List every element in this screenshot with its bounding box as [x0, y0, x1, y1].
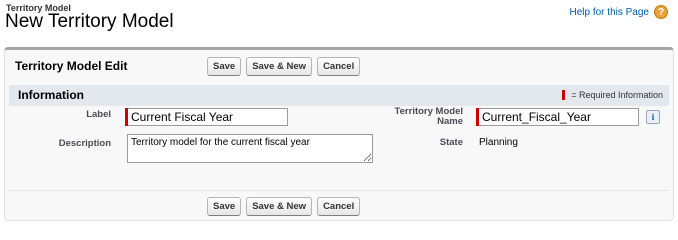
label-field-wrap: [125, 108, 288, 126]
required-marker-icon: [562, 90, 566, 100]
cancel-button-top[interactable]: Cancel: [317, 57, 361, 76]
territory-model-name-input[interactable]: [479, 108, 639, 126]
help-for-this-page[interactable]: Help for this Page ?: [570, 5, 668, 19]
label-input[interactable]: [128, 108, 288, 126]
label-field-label: Label: [86, 109, 111, 120]
save-button-bottom[interactable]: Save: [207, 197, 242, 216]
cancel-button-bottom[interactable]: Cancel: [317, 197, 361, 216]
section-title: Information: [18, 88, 84, 102]
panel-title: Territory Model Edit: [15, 59, 128, 73]
info-icon[interactable]: i: [646, 110, 660, 124]
help-link[interactable]: Help for this Page: [570, 7, 650, 18]
territory-model-name-field-wrap: [476, 108, 639, 126]
description-textarea[interactable]: Territory model for the current fiscal y…: [127, 134, 373, 163]
top-button-row: Save Save & New Cancel: [207, 57, 361, 76]
territory-model-name-label: Territory Model Name: [349, 107, 463, 127]
description-field-label: Description: [58, 138, 111, 149]
bottom-button-row: Save Save & New Cancel: [207, 197, 361, 216]
required-legend: = Required Information: [562, 90, 663, 100]
save-and-new-button-bottom[interactable]: Save & New: [246, 197, 313, 216]
save-and-new-button-top[interactable]: Save & New: [246, 57, 313, 76]
territory-model-edit-panel: Territory Model Edit Save Save & New Can…: [4, 47, 674, 221]
help-icon[interactable]: ?: [654, 5, 668, 19]
information-section-body: Label Description Territory model for th…: [9, 106, 669, 191]
required-legend-text: = Required Information: [571, 90, 663, 100]
territory-model-name-label-line2: Name: [437, 116, 463, 127]
page-title: New Territory Model: [5, 11, 174, 32]
state-value: Planning: [479, 137, 518, 148]
state-field-label: State: [439, 137, 463, 148]
information-section-header: Information = Required Information: [9, 85, 669, 106]
save-button-top[interactable]: Save: [207, 57, 242, 76]
